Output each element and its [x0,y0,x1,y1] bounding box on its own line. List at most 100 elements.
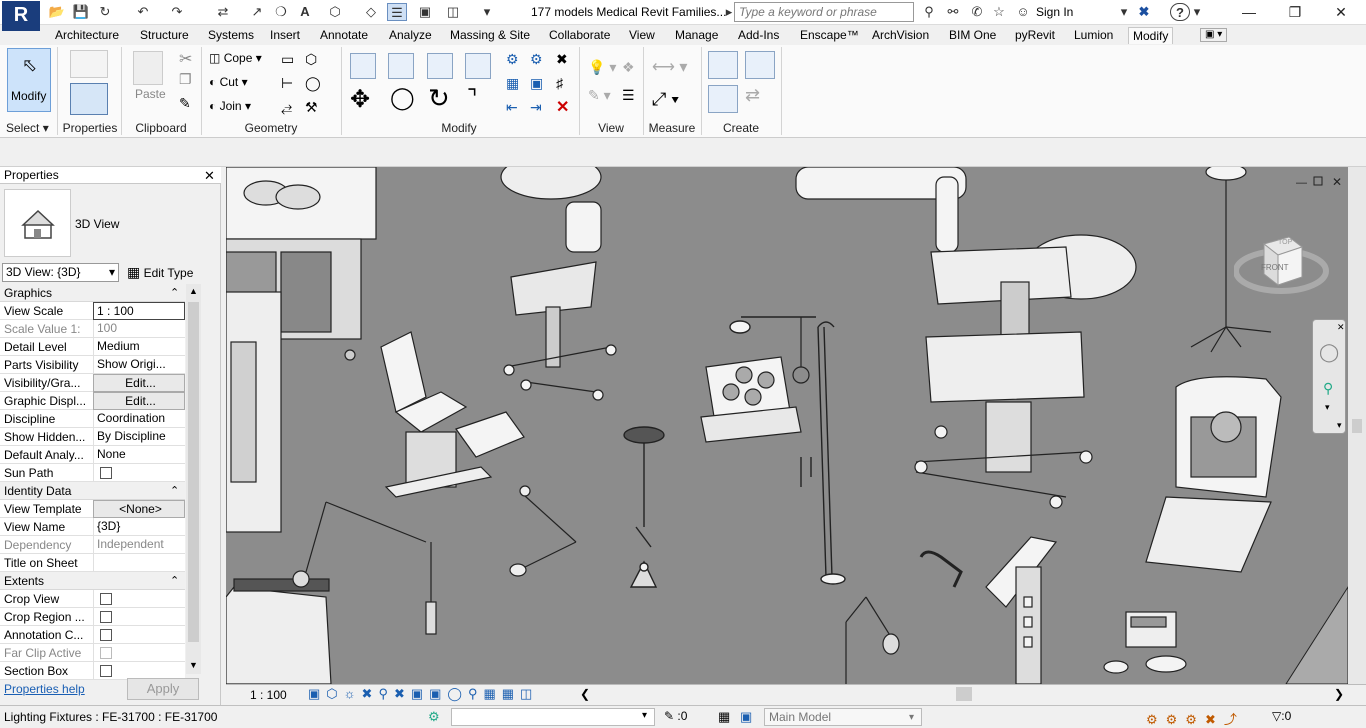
mirror-draw-axis-icon[interactable] [465,53,491,79]
collapse-icon[interactable]: ⌃ [170,572,179,590]
undo-icon[interactable]: ↶ [132,3,154,21]
scroll-left-icon[interactable]: ❮ [580,687,590,701]
cope-button[interactable]: ◫ Cope ▾ [209,51,262,65]
switch-windows-icon[interactable]: ◫ [444,3,462,21]
join-geometry-icon[interactable]: ⥄ [281,99,292,116]
row-default-analysis[interactable]: Default Analy... None [0,446,185,464]
thin-lines-icon[interactable]: ☰ [387,3,407,21]
3d-viewport[interactable]: — ✕ TOP FRONT ✕ ◯ ⚲ ▾ ▾ [226,167,1348,684]
properties-help-link[interactable]: Properties help [4,682,85,696]
hide-icon[interactable]: 💡 ▾ [588,59,616,76]
row-view-template[interactable]: View Template <None> [0,500,185,518]
dimension-icon[interactable]: ↗ [248,3,266,21]
tab-architecture[interactable]: Architecture [51,27,123,44]
offset-icon[interactable] [388,53,414,79]
linework-icon[interactable]: ✎ ▾ [588,87,611,104]
join-button[interactable]: ◐ Join ▾ [209,99,251,113]
select-panel-title[interactable]: Select ▾ [6,121,49,135]
row-annotation-crop[interactable]: Annotation C... [0,626,185,644]
measure-icon[interactable]: ⇄ [214,3,232,21]
group-graphics[interactable]: Graphics ⌃ [0,284,185,302]
paste-icon[interactable] [133,51,163,85]
split-element-icon[interactable]: ⚙ [506,51,519,68]
save-icon[interactable]: 💾 [72,3,90,21]
tab-massing-site[interactable]: Massing & Site [446,27,534,44]
restore-button[interactable]: ❐ [1272,0,1318,25]
group-extents[interactable]: Extents ⌃ [0,572,185,590]
user-icon[interactable]: ☺ [1014,3,1032,21]
minimize-button[interactable]: — [1226,0,1272,25]
split-gap-icon[interactable]: ⚙ [530,51,543,68]
create-parts-icon[interactable] [745,51,775,79]
scale-icon[interactable]: ▣ [530,75,543,92]
viewcube-front-label[interactable]: FRONT [1261,263,1289,272]
split-face-icon[interactable]: ▭ [281,51,294,68]
viewcube[interactable]: TOP FRONT [1233,229,1329,297]
customize-qat-icon[interactable]: ▾ [478,3,496,21]
section-icon[interactable]: ◇ [362,3,380,21]
worksets-icon[interactable]: ⚙ [428,709,440,725]
edit-type-button[interactable]: ▦ Edit Type [127,263,193,282]
annotation-crop-checkbox[interactable] [100,629,112,641]
tab-archvision[interactable]: ArchVision [868,27,933,44]
medical-models-scene[interactable]: — ✕ [226,167,1348,684]
sun-path-checkbox[interactable] [100,467,112,479]
delete-icon[interactable]: ✕ [556,97,569,117]
horizontal-scroll-thumb[interactable] [956,687,972,701]
exchange-apps-icon[interactable]: ✖ [1134,3,1154,21]
filter-view-icon[interactable]: ☰ [622,87,635,104]
pin-icon[interactable]: ♯ [556,75,563,91]
cut-clipboard-icon[interactable]: ✂ [179,49,192,69]
view-scale-input[interactable]: 1 : 100 [93,302,185,320]
view-template-button[interactable]: <None> [93,500,185,518]
tab-bim-one[interactable]: BIM One [945,27,1000,44]
view-scale-button[interactable]: 1 : 100 [250,688,287,702]
design-options-button[interactable]: ▣ [740,709,752,725]
design-options-icon[interactable]: ▦ [718,709,730,725]
nav-options-icon[interactable]: ▾ [1337,420,1342,431]
zoom-dropdown-icon[interactable]: ▾ [1325,402,1330,413]
close-icon[interactable]: ✕ [204,167,215,184]
group-identity[interactable]: Identity Data ⌃ [0,482,185,500]
tab-lumion[interactable]: Lumion [1070,27,1117,44]
scrollbar-thumb[interactable] [1352,419,1362,433]
demolish-icon[interactable]: ◯ [305,75,321,92]
tag-icon[interactable]: ❍ [272,3,290,21]
copy-clipboard-icon[interactable]: ❐ [179,71,192,88]
rotate-icon[interactable]: ↻ [428,83,450,114]
trim-single-icon[interactable]: ⇤ [506,99,518,116]
help-dropdown-icon[interactable]: ▾ [1192,3,1202,21]
open-icon[interactable]: 📂 [48,3,66,21]
3d-view-icon[interactable]: ⬡ [326,3,344,21]
close-hidden-icon[interactable]: ▣ [416,3,434,21]
scroll-right-icon[interactable]: ❯ [1334,687,1344,701]
tab-manage[interactable]: Manage [671,27,722,44]
aligned-dimension-icon[interactable]: ⤢ ▾ [652,89,679,110]
row-graphic-display[interactable]: Graphic Displ... Edit... [0,392,185,410]
row-view-name[interactable]: View Name {3D} [0,518,185,536]
binoculars-icon[interactable]: ⚲ [920,3,938,21]
communication-icon[interactable]: ✆ [968,3,986,21]
properties-icon[interactable] [70,83,108,115]
title-arrow-icon[interactable]: ▸ [724,3,734,21]
view-controls-icons[interactable]: ▣⬡☼✖⚲✖▣▣◯⚲▦▦◫ [308,686,538,702]
workset-dropdown[interactable]: ▾ [451,708,655,726]
array-icon[interactable]: ▦ [506,75,519,92]
cut-button[interactable]: ◐ Cut ▾ [209,75,248,89]
tab-collaborate[interactable]: Collaborate [545,27,614,44]
row-detail-level[interactable]: Detail Level Medium [0,338,185,356]
steering-wheel-icon[interactable]: ◯ [1319,342,1339,363]
tab-add-ins[interactable]: Add-Ins [734,27,783,44]
visibility-edit-button[interactable]: Edit... [93,374,185,392]
row-title-on-sheet[interactable]: Title on Sheet [0,554,185,572]
hammer-icon[interactable]: ⚒ [305,99,318,116]
row-parts-visibility[interactable]: Parts Visibility Show Origi... [0,356,185,374]
override-icon[interactable]: ❖ [622,59,635,76]
sign-in-button[interactable]: Sign In [1036,5,1073,19]
create-assembly-icon[interactable] [708,51,738,79]
help-icon[interactable]: ? [1170,3,1190,21]
trim-extend-icon[interactable]: ⌝ [467,85,477,111]
scroll-down-icon[interactable]: ▼ [189,660,198,670]
collapse-icon[interactable]: ⌃ [170,284,179,302]
mirror-pick-axis-icon[interactable] [427,53,453,79]
